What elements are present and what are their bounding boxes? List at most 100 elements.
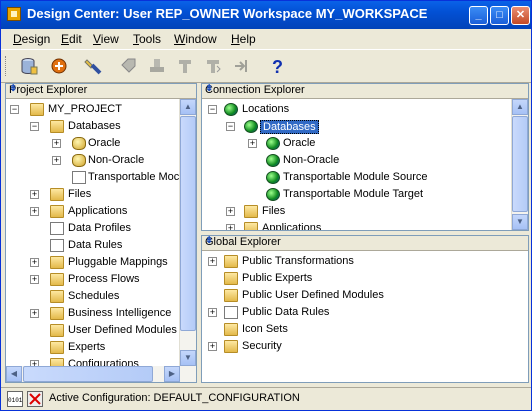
menu-window[interactable]: Window bbox=[174, 32, 217, 46]
expand-toggle[interactable]: + bbox=[52, 156, 61, 165]
minimize-button[interactable]: _ bbox=[469, 6, 488, 25]
module-icon bbox=[72, 171, 86, 184]
import-icon[interactable] bbox=[231, 56, 251, 76]
expand-toggle[interactable]: + bbox=[52, 139, 61, 148]
project-icon bbox=[30, 103, 44, 116]
project-explorer-pane: Project Explorer ⇟ − MY_PROJECT − Databa… bbox=[5, 83, 197, 383]
window-title: Design Center: User REP_OWNER Workspace … bbox=[27, 6, 428, 21]
pin-icon[interactable]: ⇟ bbox=[9, 84, 193, 94]
menu-view[interactable]: View bbox=[93, 32, 119, 46]
lock-folder-icon bbox=[224, 340, 238, 353]
menu-window-label: Window bbox=[174, 32, 217, 46]
collapse-toggle[interactable]: − bbox=[208, 105, 217, 114]
binary-icon: 0101 bbox=[7, 391, 23, 407]
connection-vertical-scrollbar[interactable]: ▲ ▼ bbox=[511, 99, 528, 230]
scroll-up-button[interactable]: ▲ bbox=[180, 99, 196, 115]
folder-icon bbox=[50, 120, 64, 133]
menu-edit[interactable]: Edit bbox=[61, 32, 82, 46]
expand-toggle[interactable]: + bbox=[226, 207, 235, 216]
global-explorer-header: Global Explorer ⇟ bbox=[202, 236, 528, 251]
flashlight-icon[interactable] bbox=[83, 56, 103, 76]
stamp-icon[interactable] bbox=[147, 56, 167, 76]
tree-node-label: Data Profiles bbox=[68, 222, 131, 234]
scroll-up-button[interactable]: ▲ bbox=[512, 99, 528, 115]
close-button[interactable]: ✕ bbox=[511, 6, 530, 25]
menu-design-label: Design bbox=[13, 32, 51, 46]
expand-toggle[interactable]: + bbox=[30, 258, 39, 267]
tree-node-label: Transportable Module Source bbox=[283, 171, 428, 183]
collapse-toggle[interactable]: − bbox=[226, 122, 235, 131]
connection-explorer-pane: Connection Explorer ⇟ − Locations − Data… bbox=[201, 83, 529, 231]
svg-text:0101: 0101 bbox=[8, 397, 23, 404]
scroll-thumb[interactable] bbox=[23, 366, 153, 382]
globe-icon bbox=[266, 137, 280, 150]
database-icon bbox=[72, 137, 86, 150]
design-center-window: Design Center: User REP_OWNER Workspace … bbox=[0, 0, 532, 411]
tag-icon[interactable] bbox=[119, 56, 139, 76]
tree-node-label: Business Intelligence bbox=[68, 307, 172, 319]
tree-node-label: Databases bbox=[68, 120, 121, 132]
tree-node-label: Configurations bbox=[68, 358, 139, 366]
expand-toggle[interactable]: + bbox=[226, 224, 235, 230]
scroll-thumb[interactable] bbox=[180, 116, 196, 331]
collapse-toggle[interactable]: − bbox=[10, 105, 19, 114]
folder-icon bbox=[50, 188, 64, 201]
folder-icon bbox=[50, 290, 64, 303]
tree-node-label: User Defined Modules bbox=[68, 324, 177, 336]
tree-node-label: MY_PROJECT bbox=[48, 103, 122, 115]
expand-toggle[interactable]: + bbox=[248, 139, 257, 148]
expand-toggle[interactable]: + bbox=[208, 257, 217, 266]
globe-icon bbox=[266, 188, 280, 201]
expand-toggle[interactable]: + bbox=[30, 309, 39, 318]
tree-node-label: Applications bbox=[262, 222, 322, 230]
help-icon[interactable]: ? bbox=[267, 56, 287, 76]
folder-icon bbox=[50, 205, 64, 218]
menu-tools[interactable]: Tools bbox=[133, 32, 161, 46]
globe-icon bbox=[244, 120, 258, 133]
project-horizontal-scrollbar[interactable]: ◀ ▶ bbox=[6, 366, 196, 382]
tree-node-label: Oracle bbox=[283, 137, 316, 149]
validate-icon[interactable] bbox=[175, 56, 195, 76]
tree-node-label: Applications bbox=[68, 205, 128, 217]
collapse-toggle[interactable]: − bbox=[30, 122, 39, 131]
pin-icon[interactable]: ⇟ bbox=[205, 236, 525, 246]
database-cylinder-icon[interactable] bbox=[19, 56, 39, 76]
status-bar: 0101 Active Configuration: DEFAULT_CONFI… bbox=[1, 387, 531, 410]
tree-node-label: Public Experts bbox=[242, 272, 313, 284]
deploy-icon[interactable] bbox=[49, 56, 69, 76]
expand-toggle[interactable]: + bbox=[30, 190, 39, 199]
scroll-down-button[interactable]: ▼ bbox=[180, 350, 196, 366]
toolbar: ? bbox=[1, 49, 531, 83]
folder-icon bbox=[244, 222, 258, 230]
expand-toggle[interactable]: + bbox=[208, 308, 217, 317]
generate-icon[interactable] bbox=[203, 56, 223, 76]
maximize-button[interactable]: □ bbox=[490, 6, 509, 25]
tree-node-label: Files bbox=[262, 205, 286, 217]
scroll-right-button[interactable]: ▶ bbox=[164, 366, 180, 382]
pin-icon[interactable]: ⇟ bbox=[205, 84, 525, 94]
tree-node-label: Non-Oracle bbox=[283, 154, 340, 166]
app-icon bbox=[7, 7, 21, 21]
title-bar[interactable]: Design Center: User REP_OWNER Workspace … bbox=[1, 1, 531, 29]
svg-text:?: ? bbox=[272, 57, 283, 76]
scroll-down-button[interactable]: ▼ bbox=[512, 214, 528, 230]
menu-help[interactable]: Help bbox=[231, 32, 256, 46]
folder-icon bbox=[244, 205, 258, 218]
folder-icon bbox=[224, 323, 238, 336]
menu-design[interactable]: Design bbox=[13, 32, 50, 46]
globe-icon bbox=[266, 171, 280, 184]
expand-toggle[interactable]: + bbox=[30, 207, 39, 216]
project-vertical-scrollbar[interactable]: ▲ ▼ bbox=[179, 99, 196, 366]
tree-node-label-selected: Databases bbox=[260, 120, 319, 134]
toolbar-grip[interactable] bbox=[5, 56, 9, 76]
scroll-thumb[interactable] bbox=[512, 116, 528, 212]
expand-toggle[interactable]: + bbox=[208, 342, 217, 351]
tree-node-label: Data Rules bbox=[68, 239, 123, 251]
global-explorer-pane: Global Explorer ⇟ + Public Transformatio… bbox=[201, 235, 529, 383]
connection-explorer-header: Connection Explorer ⇟ bbox=[202, 84, 528, 99]
globe-icon bbox=[224, 103, 238, 116]
tree-node-label: Transportable Module Target bbox=[283, 188, 424, 200]
scroll-left-button[interactable]: ◀ bbox=[6, 366, 22, 382]
tree-node-label: Process Flows bbox=[68, 273, 140, 285]
expand-toggle[interactable]: + bbox=[30, 275, 39, 284]
